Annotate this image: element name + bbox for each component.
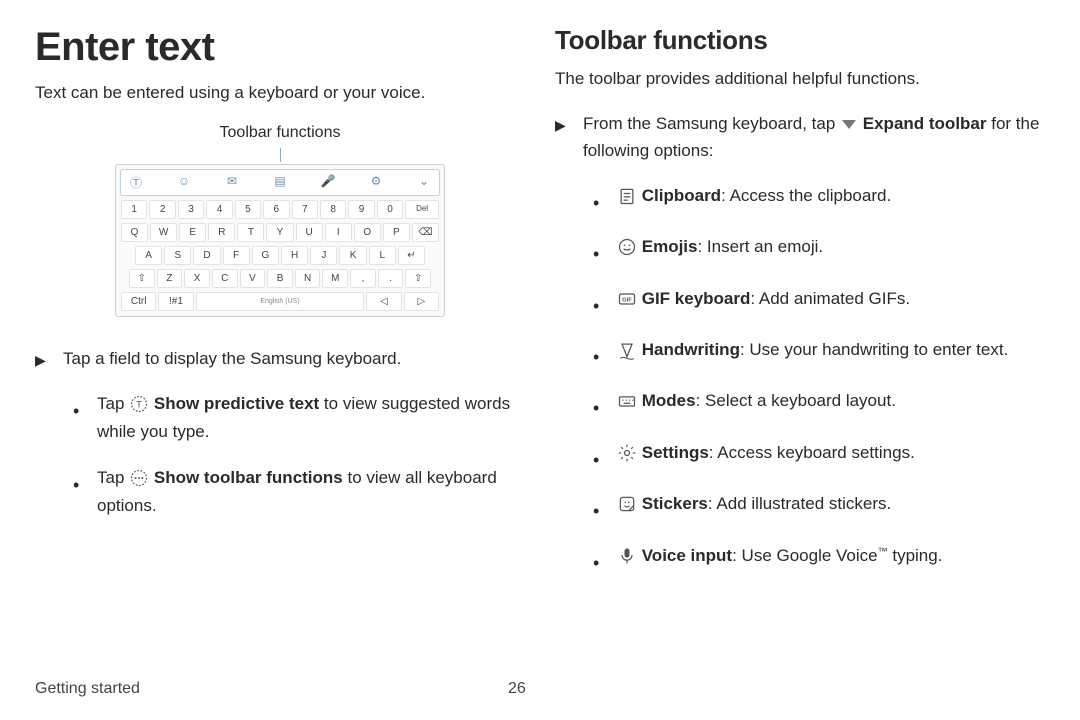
kb-row-space: Ctrl !#1 English (US) ◁ ▷ [120, 291, 440, 312]
item-emojis: Emojis: Insert an emoji. [617, 233, 823, 266]
kb-row-asdf: A S D F G H J K L ↵ [120, 245, 440, 266]
kb-predictive-icon: Ⓣ [127, 174, 145, 191]
intro-left: Text can be entered using a keyboard or … [35, 80, 525, 106]
section-title-right: Toolbar functions [555, 25, 1045, 56]
intro-right: The toolbar provides additional helpful … [555, 66, 1045, 92]
item-voice: Voice input: Use Google Voice™ typing. [617, 542, 942, 575]
stickers-icon [617, 494, 637, 514]
page-title: Enter text [35, 25, 525, 70]
dot-bullet-icon: • [593, 233, 603, 266]
settings-gear-icon [617, 443, 637, 463]
dot-bullet-icon: • [73, 464, 83, 520]
bullet-tap-field: Tap a field to display the Samsung keybo… [63, 345, 401, 372]
lead-sentence: From the Samsung keyboard, tap Expand to… [583, 110, 1045, 164]
clipboard-icon [617, 186, 637, 206]
item-clipboard: Clipboard: Access the clipboard. [617, 182, 891, 215]
dot-bullet-icon: • [593, 182, 603, 215]
dot-bullet-icon: • [593, 285, 603, 318]
kb-sticker-icon: ✉ [223, 174, 241, 191]
item-settings: Settings: Access keyboard settings. [617, 439, 915, 472]
predictive-text-icon: T [129, 394, 149, 414]
svg-text:T: T [136, 399, 142, 409]
gif-icon: GIF [617, 289, 637, 309]
footer-page-number: 26 [508, 680, 526, 698]
dot-bullet-icon: • [593, 336, 603, 369]
kb-settings-icon: ⚙ [367, 174, 385, 191]
subbullet-toolbar: Tap Show toolbar functions to view all k… [97, 464, 525, 520]
caption-leader [280, 148, 281, 162]
modes-keyboard-icon [617, 391, 637, 411]
toolbar-functions-icon [129, 468, 149, 488]
item-modes: Modes: Select a keyboard layout. [617, 387, 896, 420]
voice-rest: : Use Google Voice™ typing. [732, 546, 942, 565]
keyboard-caption: Toolbar functions [35, 124, 525, 142]
kb-clipboard-icon: ▤ [271, 174, 289, 191]
footer-section: Getting started [35, 680, 140, 698]
triangle-bullet-icon: ▶ [35, 345, 49, 372]
dot-bullet-icon: • [593, 387, 603, 420]
item-stickers: Stickers: Add illustrated stickers. [617, 490, 891, 523]
chevron-down-icon [842, 120, 856, 129]
item-gif: GIF GIF keyboard: Add animated GIFs. [617, 285, 910, 318]
svg-text:GIF: GIF [622, 297, 632, 303]
emoji-icon [617, 237, 637, 257]
kb-row-numbers: 1 2 3 4 5 6 7 8 9 0 Del [120, 199, 440, 220]
keyboard-illustration: Ⓣ ☺ ✉ ▤ 🎤 ⚙ ⌄ 1 2 3 4 5 6 7 8 9 0 Del [115, 164, 445, 317]
item-handwriting: Handwriting: Use your handwriting to ent… [617, 336, 1008, 369]
subbullet-predictive: Tap T Show predictive text to view sugge… [97, 390, 525, 446]
dot-bullet-icon: • [593, 490, 603, 523]
kb-row-zxcv: ⇧ Z X C V B N M , . ⇧ [120, 268, 440, 289]
dot-bullet-icon: • [73, 390, 83, 446]
kb-collapse-icon: ⌄ [415, 174, 433, 191]
kb-emoji-icon: ☺ [175, 174, 193, 191]
triangle-bullet-icon: ▶ [555, 110, 569, 164]
kb-voice-icon: 🎤 [319, 174, 337, 191]
kb-row-qwerty: Q W E R T Y U I O P ⌫ [120, 222, 440, 243]
handwriting-icon [617, 340, 637, 360]
voice-mic-icon [617, 546, 637, 566]
dot-bullet-icon: • [593, 542, 603, 575]
dot-bullet-icon: • [593, 439, 603, 472]
